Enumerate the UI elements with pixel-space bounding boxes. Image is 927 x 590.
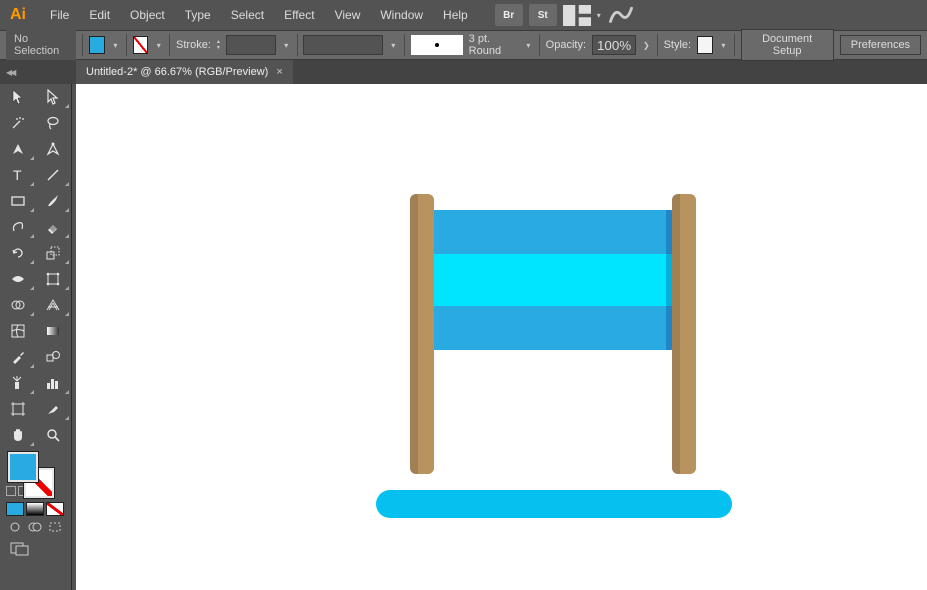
- menu-bar: Ai File Edit Object Type Select Effect V…: [0, 0, 927, 30]
- style-label: Style:: [664, 39, 692, 51]
- stroke-swatch[interactable]: [133, 36, 149, 54]
- arrange-dropdown-icon[interactable]: ▾: [594, 11, 604, 20]
- stock-button[interactable]: St: [529, 4, 557, 26]
- fill-swatch[interactable]: [89, 36, 105, 54]
- direct-selection-tool[interactable]: [36, 84, 72, 110]
- menu-window[interactable]: Window: [370, 2, 433, 28]
- type-tool[interactable]: T: [0, 162, 36, 188]
- panel-collapse-icon[interactable]: ◀◀: [0, 60, 72, 84]
- shape-builder-tool[interactable]: [0, 292, 36, 318]
- draw-behind-icon[interactable]: [26, 520, 44, 534]
- menu-effect[interactable]: Effect: [274, 2, 324, 28]
- hand-tool[interactable]: [0, 422, 36, 448]
- variable-width-dropdown-icon[interactable]: ▾: [389, 41, 398, 50]
- opacity-dropdown-icon[interactable]: ❯: [642, 41, 651, 50]
- svg-text:T: T: [13, 167, 22, 183]
- variable-width-profile[interactable]: [303, 35, 383, 55]
- bridge-button[interactable]: Br: [495, 4, 523, 26]
- color-mode-solid[interactable]: [6, 502, 24, 516]
- symbol-sprayer-tool[interactable]: [0, 370, 36, 396]
- color-mode-row: [0, 500, 71, 518]
- scale-tool[interactable]: [36, 240, 72, 266]
- document-tab-title: Untitled-2* @ 66.67% (RGB/Preview): [86, 66, 268, 78]
- shaper-tool[interactable]: [0, 214, 36, 240]
- column-graph-tool[interactable]: [36, 370, 72, 396]
- stroke-label: Stroke:: [176, 39, 211, 51]
- shape-bar-bottom[interactable]: [434, 306, 696, 350]
- lasso-tool[interactable]: [36, 110, 72, 136]
- artboard[interactable]: [76, 84, 927, 590]
- rotate-tool[interactable]: [0, 240, 36, 266]
- close-tab-icon[interactable]: ×: [276, 66, 282, 78]
- color-mode-gradient[interactable]: [26, 502, 44, 516]
- fill-dropdown-icon[interactable]: ▾: [111, 41, 120, 50]
- workspace: [76, 84, 927, 590]
- rectangle-tool[interactable]: [0, 188, 36, 214]
- fill-stroke-proxy[interactable]: [0, 448, 71, 500]
- mesh-tool[interactable]: [0, 318, 36, 344]
- stroke-dropdown-icon[interactable]: ▾: [154, 41, 163, 50]
- perspective-grid-tool[interactable]: [36, 292, 72, 318]
- menu-help[interactable]: Help: [433, 2, 478, 28]
- brush-definition-preview[interactable]: [411, 35, 463, 55]
- selection-tool[interactable]: [0, 84, 36, 110]
- opacity-label: Opacity:: [546, 39, 586, 51]
- eyedropper-tool[interactable]: [0, 344, 36, 370]
- arrange-documents-icon[interactable]: [563, 4, 591, 26]
- stroke-weight-dropdown-icon[interactable]: ▾: [282, 41, 291, 50]
- menu-type[interactable]: Type: [175, 2, 221, 28]
- color-mode-none[interactable]: [46, 502, 64, 516]
- default-fill-stroke-icon[interactable]: [6, 486, 16, 496]
- app-logo: Ai: [6, 5, 30, 25]
- control-bar: No Selection ▾ ▾ Stroke: ▴▾ ▾ ▾ 3 pt. Ro…: [0, 30, 927, 60]
- graphic-style-swatch[interactable]: [697, 36, 713, 54]
- document-setup-button[interactable]: Document Setup: [741, 29, 834, 61]
- stroke-weight-field[interactable]: [226, 35, 276, 55]
- brush-name: 3 pt. Round: [469, 33, 518, 57]
- screen-mode-icon[interactable]: [0, 536, 71, 559]
- draw-inside-icon[interactable]: [46, 520, 64, 534]
- gradient-tool[interactable]: [36, 318, 72, 344]
- shape-post-right[interactable]: [672, 194, 696, 474]
- gpu-performance-icon[interactable]: [607, 4, 635, 26]
- curvature-tool[interactable]: [36, 136, 72, 162]
- draw-mode-row: [0, 518, 71, 536]
- line-segment-tool[interactable]: [36, 162, 72, 188]
- selection-status: No Selection: [6, 30, 76, 60]
- shape-bar-top[interactable]: [434, 210, 696, 254]
- menu-edit[interactable]: Edit: [79, 2, 120, 28]
- tools-panel: ◀◀ T: [0, 84, 72, 590]
- document-tab[interactable]: Untitled-2* @ 66.67% (RGB/Preview) ×: [76, 60, 293, 84]
- brush-dropdown-icon[interactable]: ▾: [524, 41, 533, 50]
- paintbrush-tool[interactable]: [36, 188, 72, 214]
- slice-tool[interactable]: [36, 396, 72, 422]
- stroke-weight-stepper[interactable]: ▴▾: [217, 39, 220, 51]
- shape-post-left[interactable]: [410, 194, 434, 474]
- zoom-tool[interactable]: [36, 422, 72, 448]
- shape-bar-middle[interactable]: [434, 254, 696, 306]
- menu-object[interactable]: Object: [120, 2, 175, 28]
- menu-select[interactable]: Select: [221, 2, 274, 28]
- fill-color-swatch[interactable]: [8, 452, 38, 482]
- width-tool[interactable]: [0, 266, 36, 292]
- menu-file[interactable]: File: [40, 2, 79, 28]
- preferences-button[interactable]: Preferences: [840, 35, 921, 55]
- shape-base[interactable]: [376, 490, 732, 518]
- magic-wand-tool[interactable]: [0, 110, 36, 136]
- free-transform-tool[interactable]: [36, 266, 72, 292]
- draw-normal-icon[interactable]: [6, 520, 24, 534]
- artboard-tool[interactable]: [0, 396, 36, 422]
- opacity-field[interactable]: [592, 35, 636, 55]
- pen-tool[interactable]: [0, 136, 36, 162]
- blend-tool[interactable]: [36, 344, 72, 370]
- menu-view[interactable]: View: [325, 2, 371, 28]
- style-dropdown-icon[interactable]: ▾: [719, 41, 728, 50]
- eraser-tool[interactable]: [36, 214, 72, 240]
- document-tab-strip: Untitled-2* @ 66.67% (RGB/Preview) ×: [0, 60, 927, 84]
